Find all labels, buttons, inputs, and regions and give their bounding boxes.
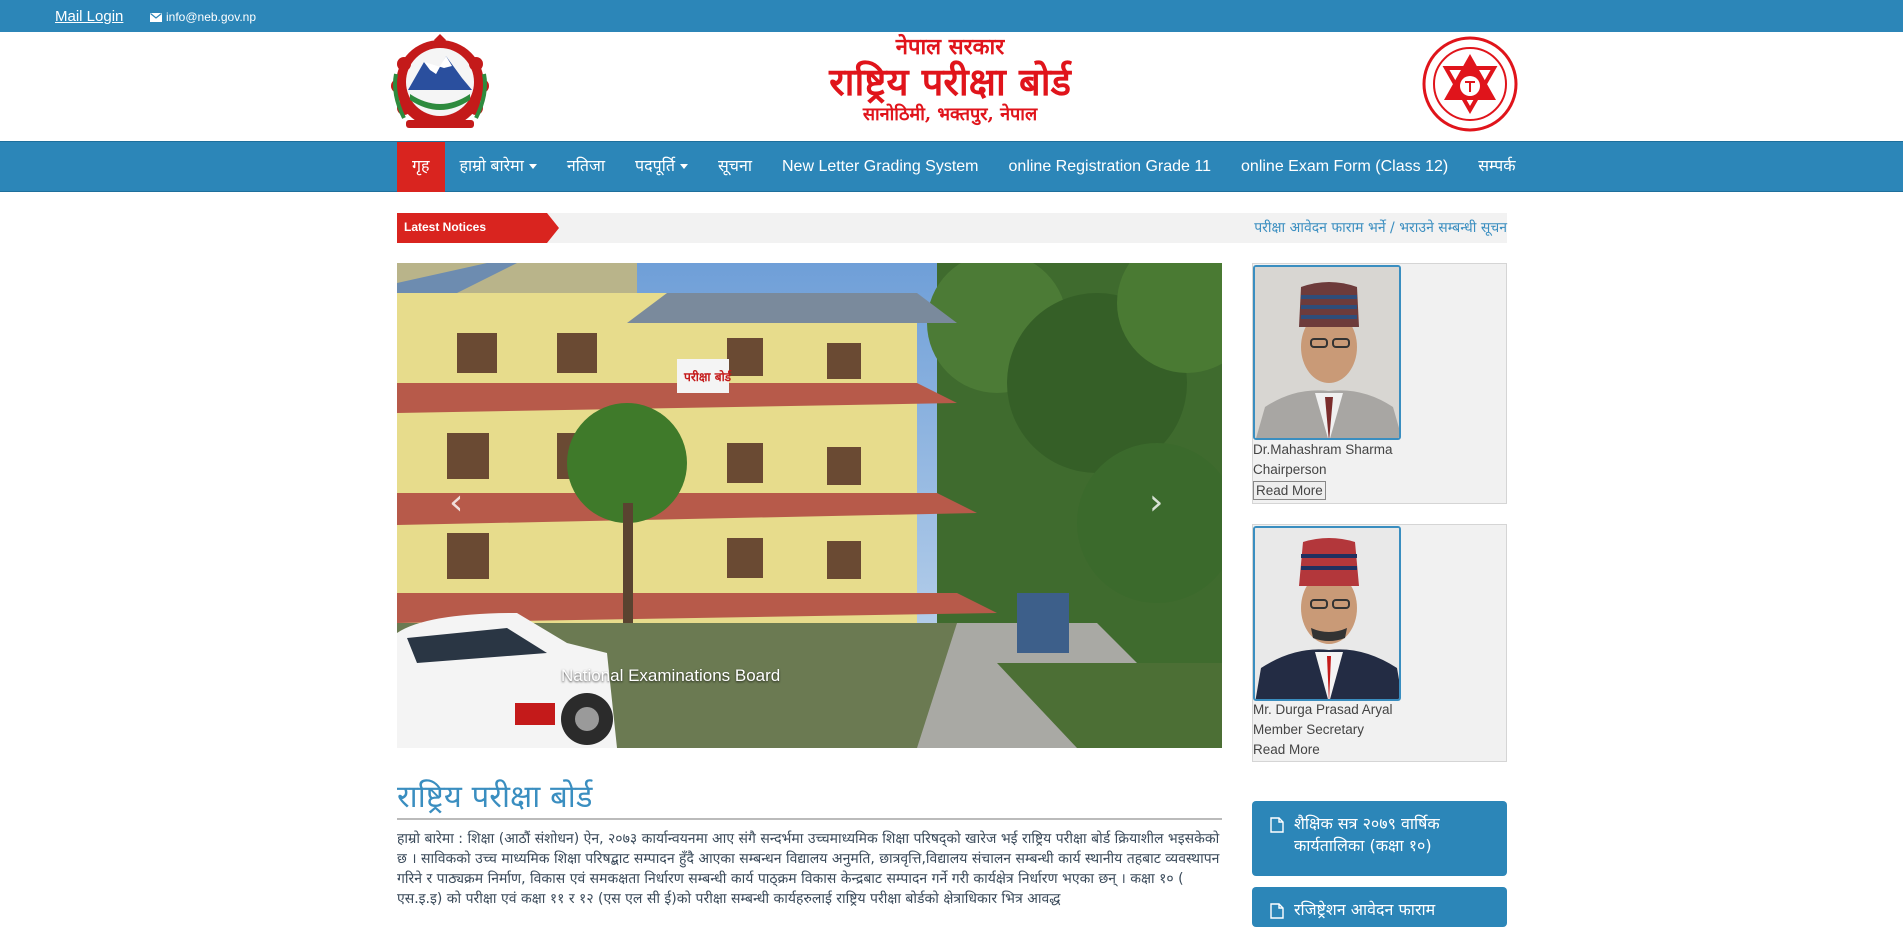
latest-notices-bar: Latest Notices परीक्षा आवेदन फाराम भर्ने… [397,213,1507,243]
caret-down-icon [528,164,537,170]
main-section-title: राष्ट्रिय परीक्षा बोर्ड [397,778,1222,820]
nav-letter-grading-label: New Letter Grading System [781,158,979,175]
carousel-prev-arrow[interactable]: ‹ [449,485,463,521]
nav-contact-label: सम्पर्क [1478,158,1516,175]
nav-contact[interactable]: सम्पर्क [1463,142,1530,192]
chairperson-role: Chairperson [1253,462,1327,477]
member-secretary-photo[interactable] [1253,526,1401,701]
annual-calendar-label: शैक्षिक सत्र २०७९ वार्षिक कार्यतालिका (क… [1294,814,1440,855]
member-secretary-card: Mr. Durga Prasad Aryal Member Secretary … [1252,524,1507,762]
registration-form-button[interactable]: रजिष्ट्रेशन आवेदन फाराम [1252,887,1507,927]
about-paragraph: हाम्रो बारेमा : शिक्षा (आठौं संशोधन) ऐन,… [397,831,1220,907]
top-bar: Mail Login info@neb.gov.np [0,0,1903,32]
nav-online-exam-form-label: online Exam Form (Class 12) [1241,158,1449,175]
nav-vacancy-label: पदपूर्ति [635,158,675,175]
main-navbar: गृह हाम्रो बारेमा नतिजा पदपूर्ति सूचना N… [0,141,1903,192]
org-title-block: नेपाल सरकार राष्ट्रिय परीक्षा बोर्ड सानो… [740,34,1160,126]
carousel-next-arrow[interactable]: › [1149,485,1163,521]
nav-letter-grading[interactable]: New Letter Grading System [767,142,994,192]
nav-online-exam-form[interactable]: online Exam Form (Class 12) [1226,142,1463,192]
site-header: नेपाल सरकार राष्ट्रिय परीक्षा बोर्ड सानो… [0,32,1903,142]
org-title: राष्ट्रिय परीक्षा बोर्ड [829,59,1071,104]
document-icon [1270,817,1284,833]
nav-results-label: नतिजा [566,158,606,175]
image-carousel[interactable]: परीक्षा बोर्ड ‹ › National Examinations … [397,263,1222,748]
member-secretary-role: Member Secretary [1253,722,1365,737]
nav-online-registration[interactable]: online Registration Grade 11 [994,142,1227,192]
nav-about-dropdown[interactable]: हाम्रो बारेमा [445,142,552,192]
chairperson-name: Dr.Mahashram Sharma [1253,442,1393,457]
person-portrait-icon [1255,528,1399,699]
email-contact[interactable]: info@neb.gov.np [150,10,256,24]
nav-about-label: हाम्रो बारेमा [459,158,524,175]
annual-calendar-button[interactable]: शैक्षिक सत्र २०७९ वार्षिक कार्यतालिका (क… [1252,801,1507,876]
email-text: info@neb.gov.np [166,10,257,24]
carousel-slide-image: परीक्षा बोर्ड [397,263,1222,748]
org-address: सानोठिमी, भक्तपुर, नेपाल [862,104,1038,125]
person-portrait-icon [1255,267,1399,438]
mail-login-link[interactable]: Mail Login [55,8,123,25]
member-secretary-read-more-link[interactable]: Read More [1253,742,1320,757]
registration-form-label: रजिष्ट्रेशन आवेदन फाराम [1294,900,1436,919]
nav-home-label: गृह [412,158,430,175]
document-icon [1270,903,1284,919]
nav-notices-label: सूचना [717,158,752,175]
neb-logo[interactable] [1422,34,1518,134]
government-title: नेपाल सरकार [895,34,1005,60]
nav-results[interactable]: नतिजा [552,142,620,192]
notice-ticker-link[interactable]: परीक्षा आवेदन फाराम भर्ने / भराउने सम्बन… [1254,213,1507,243]
member-secretary-name: Mr. Durga Prasad Aryal [1253,702,1393,717]
nav-vacancy-dropdown[interactable]: पदपूर्ति [620,142,703,192]
latest-notices-label: Latest Notices [397,213,559,243]
nav-notices[interactable]: सूचना [703,142,767,192]
carousel-caption: National Examinations Board [561,666,781,685]
caret-down-icon [679,164,688,170]
envelope-icon [150,12,162,22]
nav-home[interactable]: गृह [397,142,445,192]
nepal-emblem-logo[interactable] [384,34,496,134]
chairperson-photo[interactable] [1253,265,1401,440]
building-sign-text: परीक्षा बोर्ड [683,370,732,384]
chairperson-read-more-button[interactable]: Read More [1253,481,1326,500]
nav-online-registration-label: online Registration Grade 11 [1008,158,1212,175]
chairperson-card: Dr.Mahashram Sharma Chairperson Read Mor… [1252,263,1507,504]
